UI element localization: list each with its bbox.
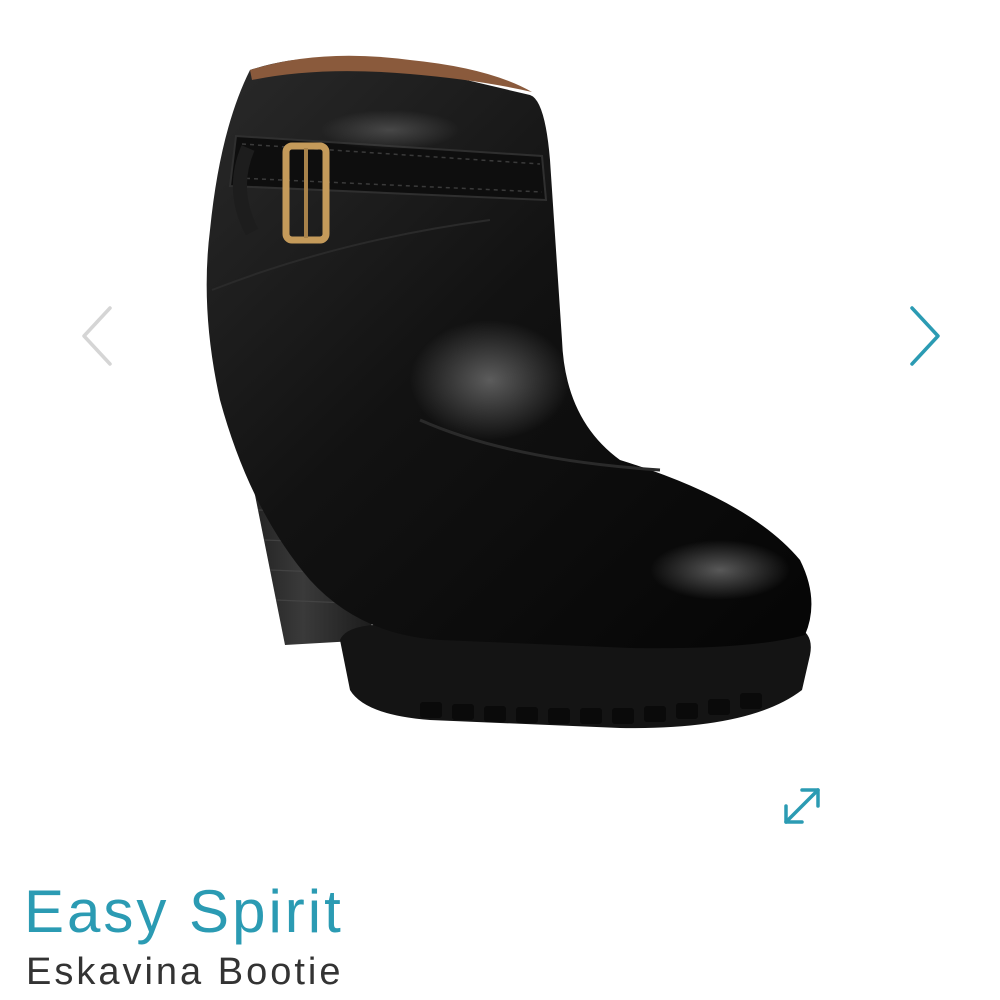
- expand-image-button[interactable]: [776, 780, 828, 832]
- product-brand[interactable]: Easy Spirit: [24, 876, 344, 948]
- product-name: Eskavina Bootie: [26, 951, 344, 993]
- product-image-gallery: [0, 0, 1000, 860]
- chevron-left-icon: [82, 306, 112, 366]
- previous-image-button[interactable]: [76, 300, 120, 372]
- product-image: [206, 55, 812, 729]
- next-image-button[interactable]: [902, 300, 946, 372]
- chevron-right-icon: [910, 306, 940, 366]
- expand-arrows-icon: [784, 788, 820, 824]
